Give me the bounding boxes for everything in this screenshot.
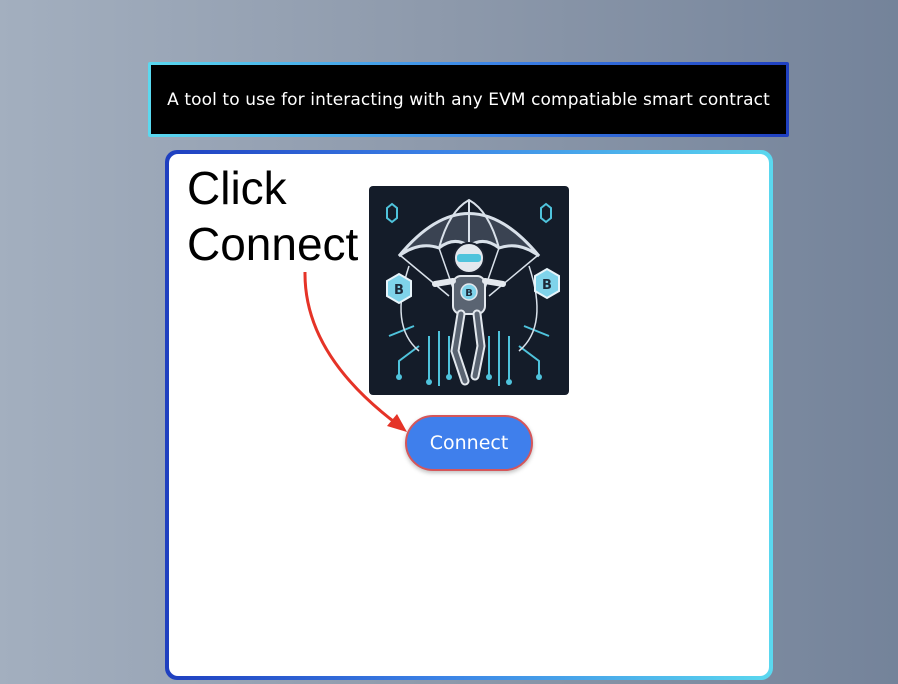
card-body: Click Connect B B B Connect (169, 154, 769, 676)
header-banner: A tool to use for interacting with any E… (148, 62, 789, 137)
connect-button[interactable]: Connect (405, 415, 533, 471)
connect-card: Click Connect B B B Connect (165, 150, 773, 680)
banner-text: A tool to use for interacting with any E… (151, 65, 786, 134)
